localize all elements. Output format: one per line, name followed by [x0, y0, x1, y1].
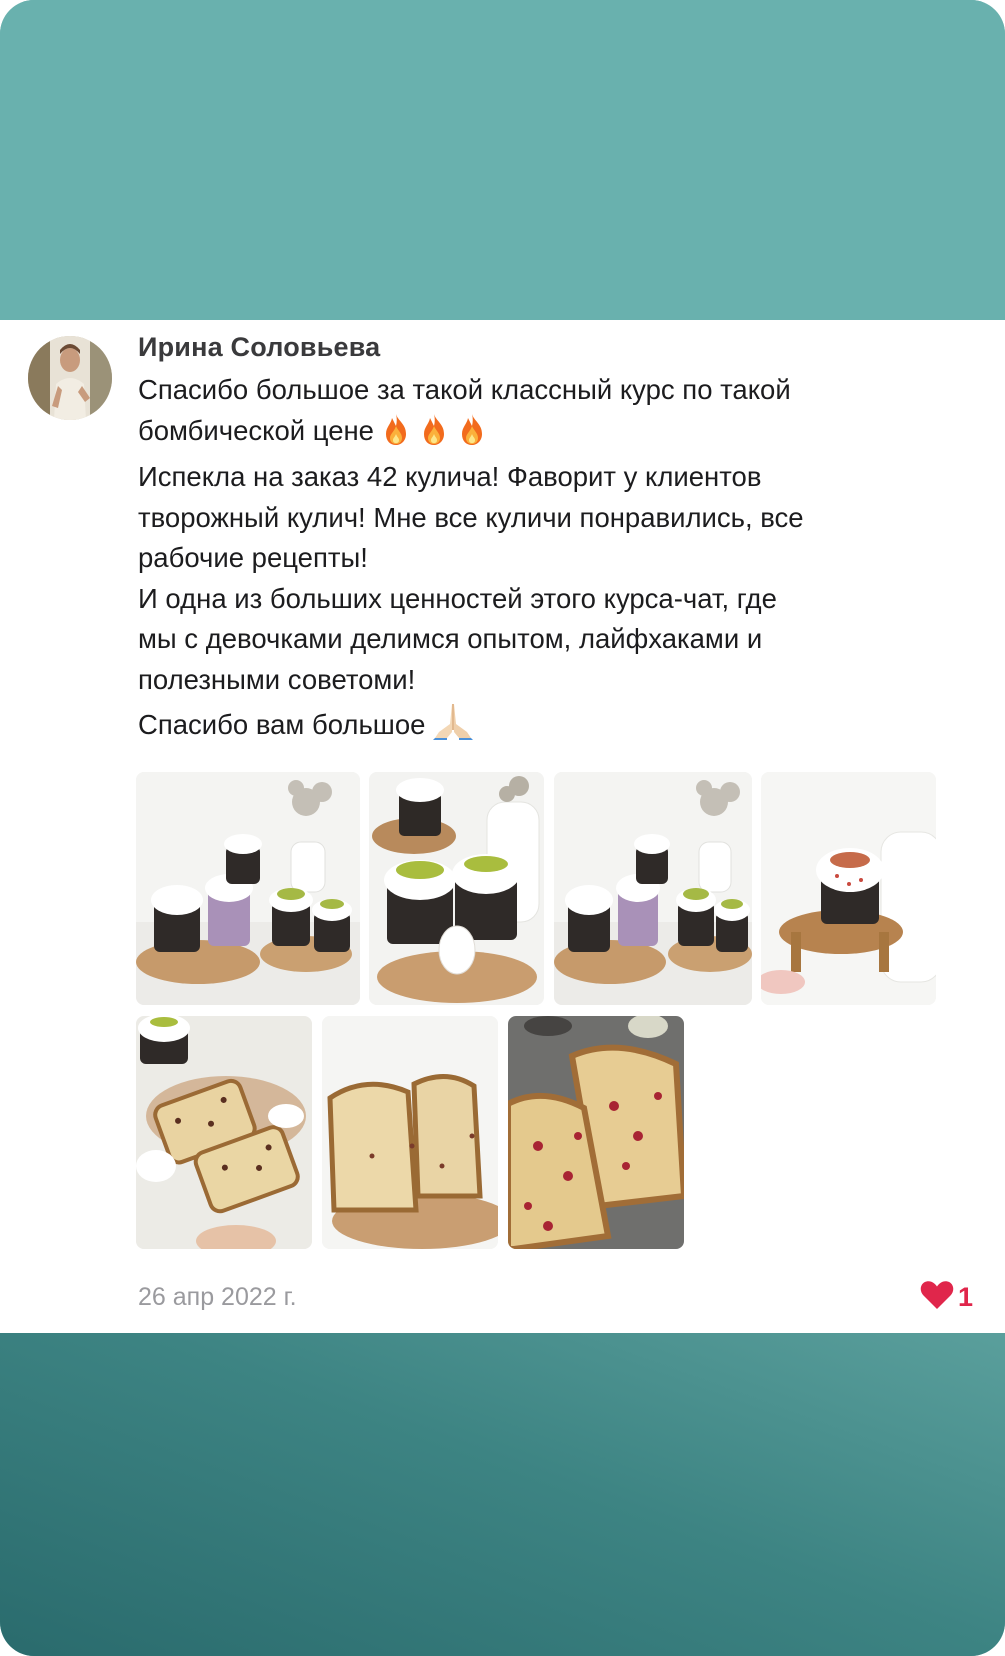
- review-line: Испекла на заказ 42 кулича! Фаворит у кл…: [138, 461, 762, 492]
- top-background: [0, 0, 1005, 320]
- avatar[interactable]: [28, 336, 112, 420]
- review-line: рабочие рецепты!: [138, 542, 368, 573]
- photo-kulich-set-repeat[interactable]: [554, 772, 752, 1005]
- photo-kulich-pair[interactable]: [369, 772, 544, 1005]
- review-text: Спасибо большое за такой классный курс п…: [138, 370, 988, 752]
- bottom-background: [0, 1333, 1005, 1656]
- review-line: Спасибо вам большое: [138, 709, 426, 740]
- review-line: полезными советоми!: [138, 663, 416, 695]
- fire-icon: [380, 412, 412, 458]
- review-line: Спасибо большое за такой классный курс п…: [138, 374, 791, 405]
- review-line: мы с девочками делимся опытом, лайфхакам…: [138, 623, 763, 654]
- review-line-with-emoji: бомбической цене: [138, 411, 988, 458]
- praying-hands-icon: [431, 700, 475, 752]
- photo-sliced-kulich-in-hand[interactable]: [136, 1016, 312, 1249]
- photo-single-kulich[interactable]: [761, 772, 936, 1005]
- review-line: творожный кулич! Мне все куличи понравил…: [138, 501, 804, 533]
- heart-icon: [920, 1280, 954, 1315]
- screen-frame: Ирина Соловьева Спасибо большое за такой…: [0, 0, 1005, 1656]
- like-count: 1: [957, 1282, 973, 1312]
- review-line: И одна из больших ценностей этого курса-…: [138, 582, 777, 614]
- fire-icon: [418, 412, 450, 458]
- review-line: бомбической цене: [138, 414, 374, 446]
- post-date: 26 апр 2022 г.: [138, 1283, 297, 1311]
- avatar-photo: [28, 336, 112, 420]
- author-name[interactable]: Ирина Соловьева: [138, 332, 380, 363]
- review-line-with-emoji: Спасибо вам большое: [138, 700, 988, 752]
- like-button[interactable]: 1: [920, 1280, 973, 1315]
- fire-icon: [456, 412, 488, 458]
- photo-sliced-kulich[interactable]: [322, 1016, 498, 1249]
- review-card: Ирина Соловьева Спасибо большое за такой…: [0, 320, 1005, 1333]
- photo-kulich-set[interactable]: [136, 772, 360, 1005]
- photo-kulich-slice-closeup[interactable]: [508, 1016, 684, 1249]
